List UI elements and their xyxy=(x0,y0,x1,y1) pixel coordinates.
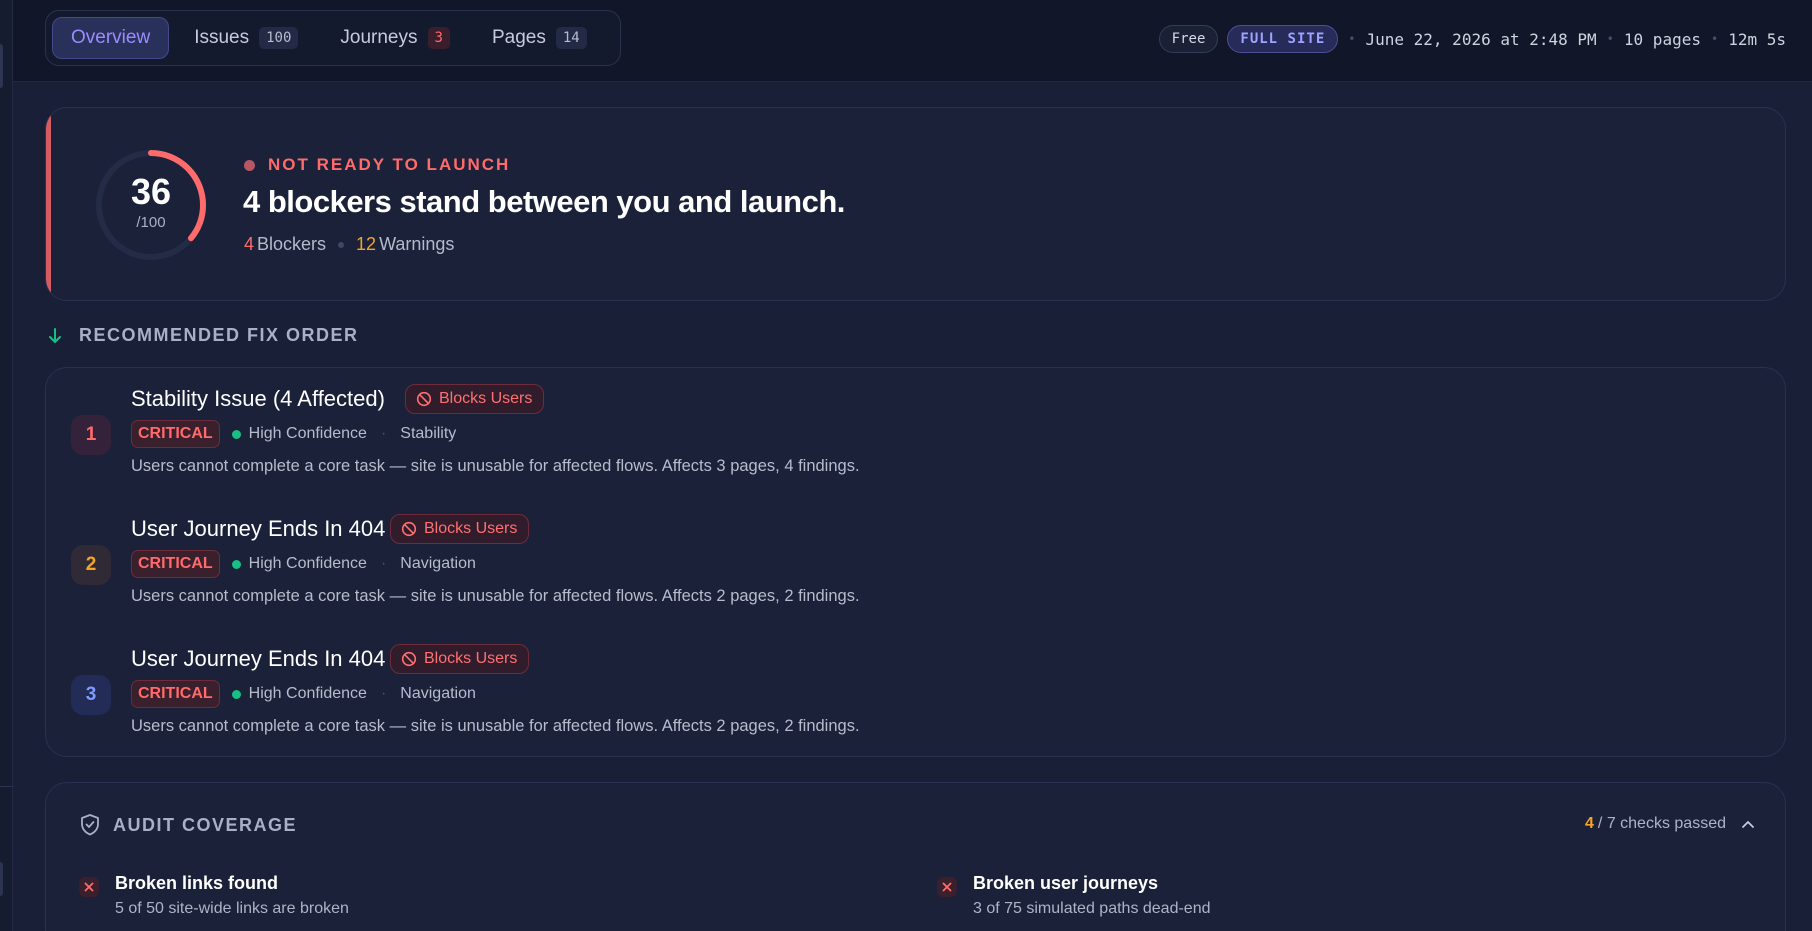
confidence-label: High Confidence xyxy=(248,555,367,572)
launch-readiness-card: 36 /100 NOT READY TO LAUNCH 4 blockers s… xyxy=(45,107,1786,301)
fix-description: Users cannot complete a core task — site… xyxy=(131,587,860,605)
blockers-label: Blockers xyxy=(257,234,327,254)
fail-x-icon xyxy=(79,877,99,897)
tab-pages-label: Pages xyxy=(491,27,546,48)
blocks-users-badge: Blocks Users xyxy=(390,514,530,544)
check-title: Broken user journeys xyxy=(973,873,1159,893)
tab-journeys-count: 3 xyxy=(427,27,450,49)
fail-x-icon xyxy=(937,877,957,897)
fix-order-list: 1 Stability Issue (4 Affected) Blocks Us… xyxy=(45,367,1786,757)
fix-item[interactable]: 1 Stability Issue (4 Affected) Blocks Us… xyxy=(46,384,1787,486)
launch-status: NOT READY TO LAUNCH xyxy=(244,155,510,175)
hero-title: 4 blockers stand between you and launch. xyxy=(243,184,845,219)
fix-rank: 3 xyxy=(71,675,111,715)
fix-description: Users cannot complete a core task — site… xyxy=(131,717,860,735)
tab-issues-label: Issues xyxy=(194,27,250,48)
sidebar-handle-lower[interactable] xyxy=(0,862,3,896)
meta-separator: • xyxy=(1710,32,1719,46)
scan-duration: 12m 5s xyxy=(1728,29,1786,49)
checks-passed-count: 4 xyxy=(1585,815,1594,832)
scope-badge: FULL SITE xyxy=(1227,25,1339,53)
severity-badge: CRITICAL xyxy=(131,550,220,578)
tab-pages-count: 14 xyxy=(555,27,587,49)
tag-separator: · xyxy=(380,555,387,572)
view-tabs: Overview Issues 100 Journeys 3 Pages 14 xyxy=(45,10,621,66)
blockers-count: 4 xyxy=(244,234,255,254)
confidence-dot-icon xyxy=(231,559,241,569)
confidence-label: High Confidence xyxy=(248,425,367,442)
check-description: 5 of 50 site-wide links are broken xyxy=(115,900,349,917)
audit-coverage-heading: AUDIT COVERAGE xyxy=(79,813,297,837)
score-value: 36 xyxy=(130,171,172,212)
blocked-icon xyxy=(416,391,432,407)
coverage-toggle[interactable]: 4 / 7 checks passed xyxy=(1585,815,1755,833)
tab-pages[interactable]: Pages 14 xyxy=(475,17,604,59)
checks-total-label: / 7 checks passed xyxy=(1597,815,1726,832)
category-label: Navigation xyxy=(400,555,476,572)
left-sidebar-edge xyxy=(0,0,13,931)
plan-badge: Free xyxy=(1158,25,1219,53)
launch-status-label: NOT READY TO LAUNCH xyxy=(268,155,511,174)
category-label: Stability xyxy=(400,425,457,442)
tab-journeys-label: Journeys xyxy=(340,27,418,48)
chevron-up-icon xyxy=(1742,821,1754,828)
fix-rank: 1 xyxy=(71,415,111,455)
status-accent-bar xyxy=(46,108,51,300)
fix-order-heading: RECOMMENDED FIX ORDER xyxy=(47,325,359,346)
issue-summary: 4 Blockers 12 Warnings xyxy=(244,234,454,255)
confidence-label: High Confidence xyxy=(248,685,367,702)
blocks-users-badge: Blocks Users xyxy=(405,384,545,414)
confidence-dot-icon xyxy=(231,689,241,699)
fix-item[interactable]: 3 User Journey Ends In 404 Blocks Users … xyxy=(46,644,1787,746)
scan-meta: Free FULL SITE • June 22, 2026 at 2:48 P… xyxy=(1158,24,1786,54)
blocks-users-badge: Blocks Users xyxy=(390,644,530,674)
fix-item[interactable]: 2 User Journey Ends In 404 Blocks Users … xyxy=(46,514,1787,616)
fix-tags: CRITICAL High Confidence · Navigation xyxy=(131,680,476,708)
meta-separator: • xyxy=(1348,32,1356,46)
fix-description: Users cannot complete a core task — site… xyxy=(131,457,860,475)
score-max: /100 xyxy=(136,214,166,231)
confidence-dot-icon xyxy=(231,429,241,439)
fix-tags: CRITICAL High Confidence · Navigation xyxy=(131,550,476,578)
scan-pages: 10 pages xyxy=(1623,29,1701,49)
warnings-count: 12 xyxy=(356,234,377,254)
warnings-label: Warnings xyxy=(379,234,455,254)
tag-separator: · xyxy=(380,685,387,702)
blocks-users-label: Blocks Users xyxy=(439,390,533,407)
severity-badge: CRITICAL xyxy=(131,680,220,708)
sidebar-divider xyxy=(0,786,13,787)
fix-title: User Journey Ends In 404 xyxy=(131,516,386,541)
blocked-icon xyxy=(401,521,417,537)
sidebar-collapse-handle[interactable] xyxy=(0,44,3,88)
fix-rank: 2 xyxy=(71,545,111,585)
tag-separator: · xyxy=(380,425,387,442)
fix-order-heading-label: RECOMMENDED FIX ORDER xyxy=(79,325,359,345)
fix-title: Stability Issue (4 Affected) xyxy=(131,386,385,411)
audit-coverage-card: AUDIT COVERAGE 4 / 7 checks passed Broke… xyxy=(45,782,1786,931)
tab-journeys[interactable]: Journeys 3 xyxy=(323,17,467,59)
meta-separator: • xyxy=(1606,32,1614,46)
check-title: Broken links found xyxy=(115,873,279,893)
shield-check-icon xyxy=(81,814,99,836)
category-label: Navigation xyxy=(400,685,476,702)
tab-issues[interactable]: Issues 100 xyxy=(177,17,315,59)
summary-separator xyxy=(338,241,345,248)
blocked-icon xyxy=(401,651,417,667)
blocks-users-label: Blocks Users xyxy=(424,520,518,537)
fix-title: User Journey Ends In 404 xyxy=(131,646,386,671)
tab-overview[interactable]: Overview xyxy=(52,17,170,59)
tab-overview-label: Overview xyxy=(71,27,151,48)
scan-date: June 22, 2026 at 2:48 PM xyxy=(1365,29,1597,49)
status-dot-icon xyxy=(244,159,255,171)
blocks-users-label: Blocks Users xyxy=(424,650,518,667)
check-description: 3 of 75 simulated paths dead-end xyxy=(973,900,1211,917)
top-bar: Overview Issues 100 Journeys 3 Pages 14 … xyxy=(13,0,1812,82)
fix-tags: CRITICAL High Confidence · Stability xyxy=(131,420,456,448)
audit-coverage-label: AUDIT COVERAGE xyxy=(113,814,298,835)
tab-issues-count: 100 xyxy=(259,27,299,49)
severity-badge: CRITICAL xyxy=(131,420,220,448)
arrow-down-icon xyxy=(49,327,61,343)
